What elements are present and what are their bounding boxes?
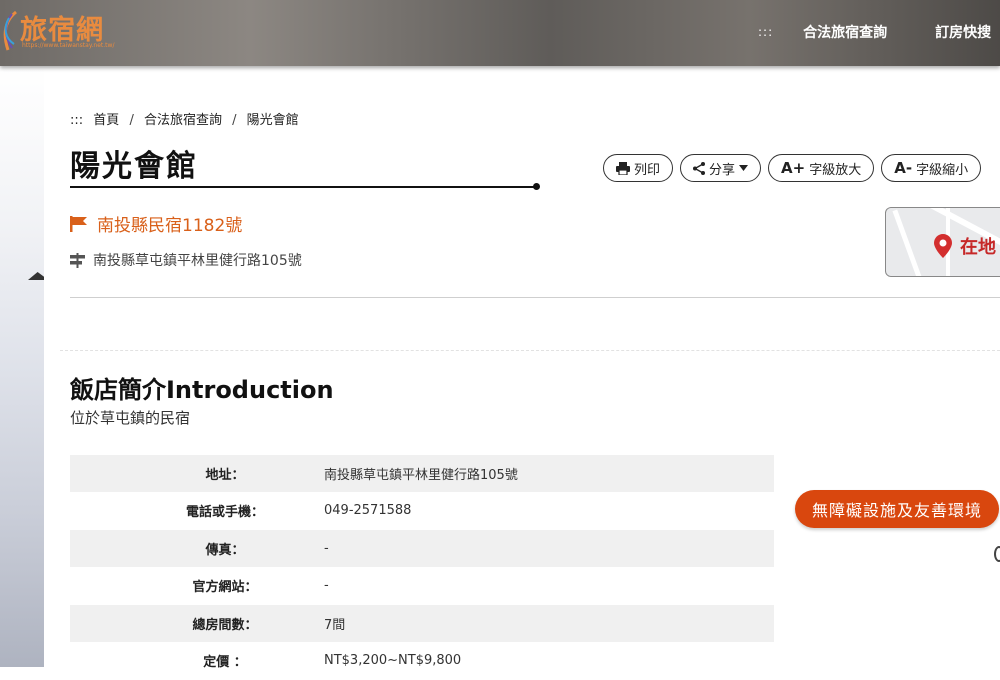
map-thumbnail[interactable]: 在地: [885, 207, 1000, 277]
table-row: 官方網站： -: [70, 568, 774, 606]
table-row: 總房間數： 7間: [70, 605, 774, 643]
logo-mark-icon: [0, 10, 18, 52]
row-label: 電話或手機：: [150, 501, 300, 520]
divider: [70, 297, 1000, 298]
nav-item-legal-search[interactable]: 合法旅宿查詢: [803, 22, 887, 42]
table-row: 定價 ： NT$3,200~NT$9,800: [70, 643, 774, 680]
license-number: 南投縣民宿1182號: [70, 211, 242, 236]
accessibility-facilities-button[interactable]: 無障礙設施及友善環境: [795, 490, 999, 528]
row-label: 定價 ：: [150, 651, 300, 670]
font-decrease-label: 字級縮小: [916, 159, 968, 178]
map-pin-icon: [934, 234, 952, 258]
nav-accesskey[interactable]: :::: [758, 25, 773, 39]
row-label: 官方網站：: [150, 576, 300, 595]
logo-url: https://www.taiwanstay.net.tw/: [22, 42, 114, 49]
address-line: 南投縣草屯鎮平林里健行路105號: [70, 250, 302, 270]
font-increase-label: 字級放大: [809, 159, 861, 178]
signpost-icon: [70, 253, 85, 268]
printer-icon: [616, 162, 630, 175]
print-button[interactable]: 列印: [603, 154, 673, 182]
info-table: 地址： 南投縣草屯鎮平林里健行路105號 電話或手機： 049-2571588 …: [70, 455, 774, 680]
table-row: 地址： 南投縣草屯鎮平林里健行路105號: [70, 455, 774, 493]
table-row: 電話或手機： 049-2571588: [70, 493, 774, 531]
row-value: -: [300, 578, 329, 593]
intro-subtitle: 位於草屯鎮的民宿: [70, 407, 190, 428]
share-label: 分享: [709, 159, 735, 178]
row-label: 傳真：: [150, 539, 300, 558]
breadcrumb-current: 陽光會館: [247, 113, 299, 128]
title-underline: [70, 186, 536, 188]
print-label: 列印: [634, 159, 660, 178]
main-nav: ::: 合法旅宿查詢 訂房快搜: [758, 22, 1000, 42]
row-label: 地址：: [150, 464, 300, 483]
row-value: NT$3,200~NT$9,800: [300, 653, 461, 668]
site-logo[interactable]: 旅宿網 https://www.taiwanstay.net.tw/: [0, 6, 120, 52]
font-decrease-icon: A-: [894, 159, 912, 177]
breadcrumb-legal-search[interactable]: 合法旅宿查詢: [144, 113, 222, 128]
row-label: 總房間數：: [150, 614, 300, 633]
font-increase-icon: A+: [781, 159, 805, 177]
flag-icon: [70, 216, 87, 232]
breadcrumb-separator: /: [129, 113, 133, 128]
table-row: 傳真： -: [70, 530, 774, 568]
row-value: 049-2571588: [300, 503, 411, 518]
title-underline-dot: [533, 183, 540, 190]
decorative-background: [0, 66, 44, 667]
site-header: 旅宿網 https://www.taiwanstay.net.tw/ ::: 合…: [0, 0, 1000, 66]
chevron-down-icon: [739, 165, 748, 171]
row-value: 7間: [300, 614, 345, 633]
nav-item-quick-booking[interactable]: 訂房快搜: [935, 22, 991, 42]
intro-title: 飯店簡介Introduction: [70, 370, 334, 405]
breadcrumb: ::: 首頁 / 合法旅宿查詢 / 陽光會館: [70, 109, 305, 128]
page-title: 陽光會館: [70, 141, 198, 185]
map-label: 在地: [960, 233, 996, 259]
address-text: 南投縣草屯鎮平林里健行路105號: [93, 250, 302, 270]
toolbar: 列印 分享 A+ 字級放大 A- 字級縮小: [603, 154, 988, 182]
row-value: -: [300, 541, 329, 556]
map-road: [892, 210, 924, 277]
share-button[interactable]: 分享: [680, 154, 761, 182]
license-text: 南投縣民宿1182號: [97, 211, 242, 236]
divider: [60, 350, 1000, 352]
breadcrumb-separator: /: [232, 113, 236, 128]
partial-icon: [994, 546, 1000, 562]
font-increase-button[interactable]: A+ 字級放大: [768, 154, 874, 182]
breadcrumb-accesskey[interactable]: :::: [70, 113, 83, 128]
share-icon: [693, 162, 705, 175]
row-value: 南投縣草屯鎮平林里健行路105號: [300, 464, 518, 483]
breadcrumb-home[interactable]: 首頁: [93, 113, 119, 128]
font-decrease-button[interactable]: A- 字級縮小: [881, 154, 981, 182]
